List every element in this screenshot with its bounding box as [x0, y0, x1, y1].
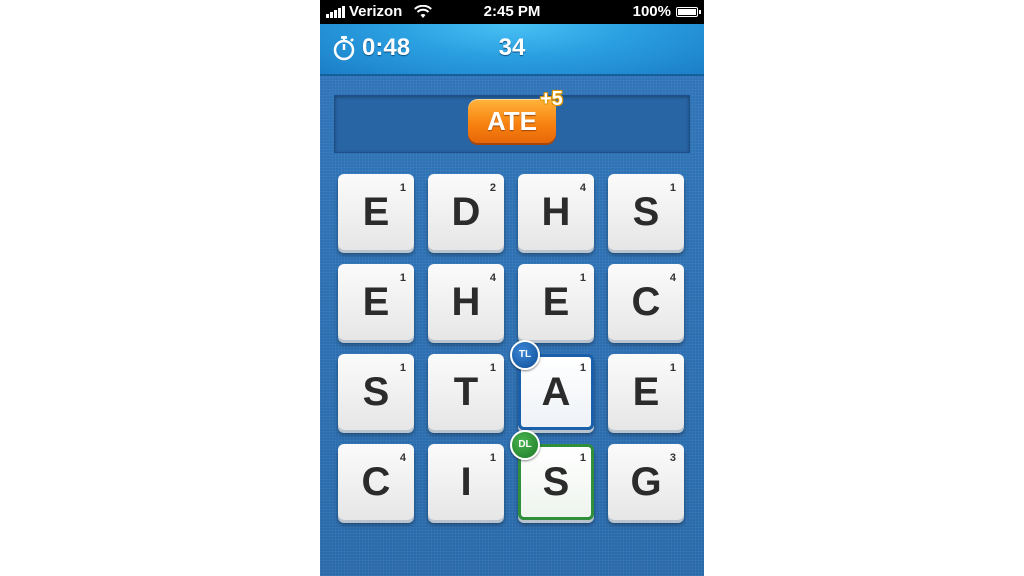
tile-points: 1	[399, 272, 406, 284]
tile-points: 1	[669, 362, 676, 374]
battery-percent: 100%	[632, 3, 671, 20]
tile-points: 1	[579, 362, 586, 374]
tile-points: 1	[669, 182, 676, 194]
tile-points: 1	[399, 182, 406, 194]
letter-tile[interactable]: S1	[608, 174, 684, 250]
letter-tile[interactable]: S1	[338, 354, 414, 430]
word-bonus: +5	[540, 88, 563, 110]
status-bar: Verizon 2:45 PM 100%	[320, 0, 704, 24]
battery-status: 100%	[632, 3, 701, 20]
game-header: 0:48 34	[320, 24, 704, 76]
score: 34	[498, 34, 526, 61]
triple-letter-badge: TL	[510, 340, 540, 370]
letter-tile[interactable]: E1	[338, 264, 414, 340]
game-screen: Verizon 2:45 PM 100% 0:48 34 ATE +5 E 1 …	[320, 0, 704, 576]
letter-tile[interactable]: C4	[608, 264, 684, 340]
letter-tile[interactable]: E1	[518, 264, 594, 340]
tile-points: 1	[489, 452, 496, 464]
letter-tile[interactable]: G3	[608, 444, 684, 520]
letter-tile[interactable]: D2	[428, 174, 504, 250]
letter-tile[interactable]: H4	[428, 264, 504, 340]
letter-tile[interactable]: E1	[338, 174, 414, 250]
letter-tile[interactable]: I1	[428, 444, 504, 520]
tile-points: 1	[489, 362, 496, 374]
letter-tile[interactable]: T1	[428, 354, 504, 430]
tile-points: 4	[669, 272, 676, 284]
tile-points: 4	[489, 272, 496, 284]
tile-points: 1	[399, 362, 406, 374]
letter-tile[interactable]: E1	[608, 354, 684, 430]
tile-points: 4	[579, 182, 586, 194]
tile-points: 4	[399, 452, 406, 464]
tile-points: 3	[669, 452, 676, 464]
letter-tile[interactable]: C4	[338, 444, 414, 520]
tile-points: 2	[489, 182, 496, 194]
battery-icon	[676, 6, 701, 17]
double-letter-badge: DL	[510, 430, 540, 460]
tile-points: 1	[579, 452, 586, 464]
tile-points: 1	[579, 272, 586, 284]
letter-tile[interactable]: H4	[518, 174, 594, 250]
